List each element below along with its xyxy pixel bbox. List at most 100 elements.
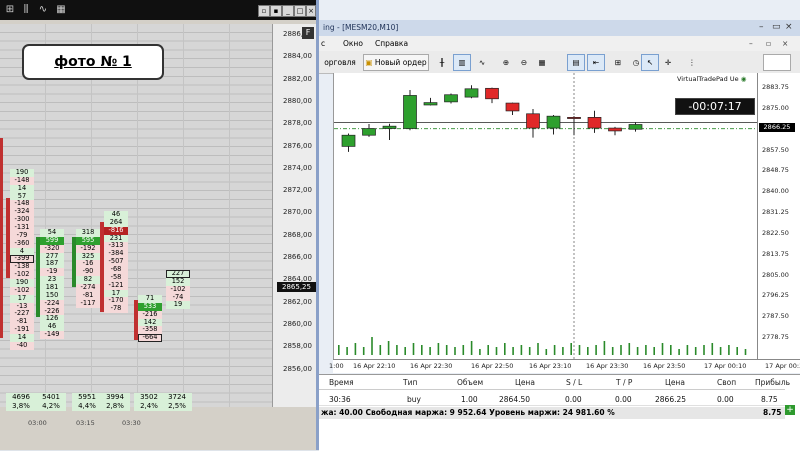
left-price-tick: 2862,00 — [283, 297, 312, 306]
header-divider — [319, 389, 785, 390]
stat-percent: 2,8% — [100, 402, 130, 411]
vtp-label: VirtualTradePad — [677, 75, 728, 83]
new-order-button[interactable]: ▣ Новый ордер — [363, 54, 429, 71]
right-price-tick: 2822.50 — [762, 228, 789, 237]
volume-bar — [703, 345, 705, 355]
volume-bar — [396, 345, 398, 355]
vtp-icon: ◉ — [740, 75, 747, 83]
maximize-button[interactable]: □ — [294, 5, 306, 17]
col-profit[interactable]: Прибыль — [755, 378, 790, 387]
right-price-tick: 2813.75 — [762, 249, 789, 258]
left-price-scale[interactable]: 2886,00 2884,00 2882,00 2880,00 2878,00 2876,… — [272, 24, 317, 407]
indicators-icon[interactable]: ⊞ — [609, 54, 627, 71]
col-time[interactable]: Время — [329, 378, 354, 387]
grid-icon[interactable]: ▦ — [55, 4, 67, 16]
col-price[interactable]: Цена — [515, 378, 535, 387]
left-price-tick: 2868,00 — [283, 230, 312, 239]
bars-icon[interactable]: ⫼ — [20, 4, 32, 16]
search-box[interactable] — [763, 54, 791, 71]
volume-bar — [470, 341, 473, 355]
zoom-in-icon[interactable]: ⊕ — [497, 54, 515, 71]
col-sl[interactable]: S / L — [566, 378, 582, 387]
sub-close-button[interactable]: × — [782, 39, 788, 48]
volume-bar — [437, 343, 440, 355]
tile-windows-icon[interactable]: ▦ — [533, 54, 551, 71]
footprint-column: 54 599 -320 277 187 -19 23 181 150 -224 -226 126 46-… — [40, 228, 64, 340]
bar-chart-icon[interactable]: ╫ — [433, 54, 451, 71]
volume-stats: 4696 3,8% 5401 4,2% 5951 4,4% 3994 2,8% 3502 2,4%… — [0, 393, 272, 415]
new-order-icon: ▣ — [365, 58, 375, 67]
volume-bar — [645, 345, 647, 355]
col-current-price[interactable]: Цена — [665, 378, 685, 387]
restore-icon[interactable]: ▪ — [270, 5, 282, 17]
volume-bar — [686, 345, 689, 355]
cell-time: 30:36 — [329, 395, 351, 404]
left-price-tick: 2870,00 — [283, 208, 312, 217]
volume-bar — [445, 345, 448, 355]
candle-body — [608, 127, 622, 132]
left-price-tick: 2872,00 — [283, 186, 312, 195]
trade-terminal: Время Тип Объем Цена S / L T / P Цена Св… — [319, 374, 800, 451]
candle-body — [485, 87, 499, 100]
cursor-icon[interactable]: ↖ — [641, 54, 659, 71]
line-icon[interactable]: ∿ — [37, 4, 49, 16]
col-type[interactable]: Тип — [403, 378, 417, 387]
price-chart[interactable] — [333, 73, 758, 359]
footprint-candle-body — [0, 138, 3, 338]
virtual-trade-pad[interactable]: VirtualTradePad Ue ◉ — [677, 75, 746, 83]
menu-item-charts[interactable]: с — [321, 39, 325, 48]
add-icon[interactable]: + — [785, 405, 795, 415]
volume-bar — [570, 343, 572, 355]
volume-bar — [354, 343, 357, 355]
minimize-button[interactable]: – — [759, 22, 764, 32]
right-time-label: 17 Apr 00:30 — [765, 362, 800, 370]
volume-bar — [595, 345, 597, 355]
col-swap[interactable]: Своп — [717, 378, 736, 387]
right-time-axis: 1:00 16 Apr 22:10 16 Apr 22:30 16 Apr 22:50… — [329, 359, 800, 373]
line-chart-icon[interactable]: ∿ — [473, 54, 491, 71]
sub-restore-button[interactable]: ▫ — [766, 39, 771, 48]
zoom-out-icon[interactable]: ⊖ — [515, 54, 533, 71]
help-icon[interactable]: ▫ — [258, 5, 270, 17]
right-time-label: 1:00 — [329, 362, 344, 370]
stat-volume: 5951 — [72, 393, 102, 402]
left-price-tick: 2858,00 — [283, 342, 312, 351]
col-volume[interactable]: Объем — [457, 378, 483, 387]
cell-volume: 1.00 — [461, 395, 478, 404]
vertical-line-icon[interactable]: ⋮ — [683, 54, 701, 71]
algo-trading-button[interactable]: орговля — [319, 54, 361, 71]
left-time-label: 03:00 — [28, 419, 47, 427]
volume-bar — [636, 347, 639, 355]
cell-type: buy — [407, 395, 421, 404]
close-button[interactable]: × — [785, 22, 793, 32]
footprint-candle-body — [72, 237, 76, 287]
chart-icon[interactable]: ⊞ — [4, 4, 16, 16]
f-button[interactable]: F — [302, 27, 314, 39]
footprint-column: 190 -148 14 57 -148 -324 -300 -131 -79 -360 4 -399-… — [10, 168, 34, 350]
left-toolbar: ⊞ ⫼ ∿ ▦ ▫ ▪ _ □ × — [0, 0, 316, 20]
cell-sl: 0.00 — [565, 395, 582, 404]
minimize-button[interactable]: _ — [282, 5, 294, 17]
close-button[interactable]: × — [306, 5, 316, 17]
restore-button[interactable]: ▭ — [772, 22, 781, 32]
volume-bar — [462, 345, 465, 355]
right-time-label: 16 Apr 22:10 — [353, 362, 396, 370]
right-time-label: 16 Apr 22:30 — [410, 362, 453, 370]
volume-bar — [711, 343, 714, 355]
crosshair-icon[interactable]: ✛ — [659, 54, 677, 71]
chart-shift-icon[interactable]: ⇤ — [587, 54, 605, 71]
menu-item-window[interactable]: Окно — [343, 39, 363, 48]
volume-bar — [512, 347, 514, 355]
right-price-scale[interactable]: 2883.75 2875.00 2866.25 2857.50 2848.75 2840.… — [757, 73, 800, 359]
right-price-tick: 2805.00 — [762, 270, 789, 279]
left-time-label: 03:15 — [76, 419, 95, 427]
volume-bar — [611, 347, 614, 355]
candle-chart-icon[interactable]: ▥ — [453, 54, 471, 71]
right-time-label: 16 Apr 22:50 — [471, 362, 514, 370]
candle-body — [505, 102, 520, 112]
menu-item-help[interactable]: Справка — [375, 39, 408, 48]
col-tp[interactable]: T / P — [616, 378, 632, 387]
photo-label: фото № 1 — [22, 44, 164, 80]
sub-minimize-button[interactable]: – — [749, 39, 753, 48]
autoscroll-icon[interactable]: ▤ — [567, 54, 585, 71]
